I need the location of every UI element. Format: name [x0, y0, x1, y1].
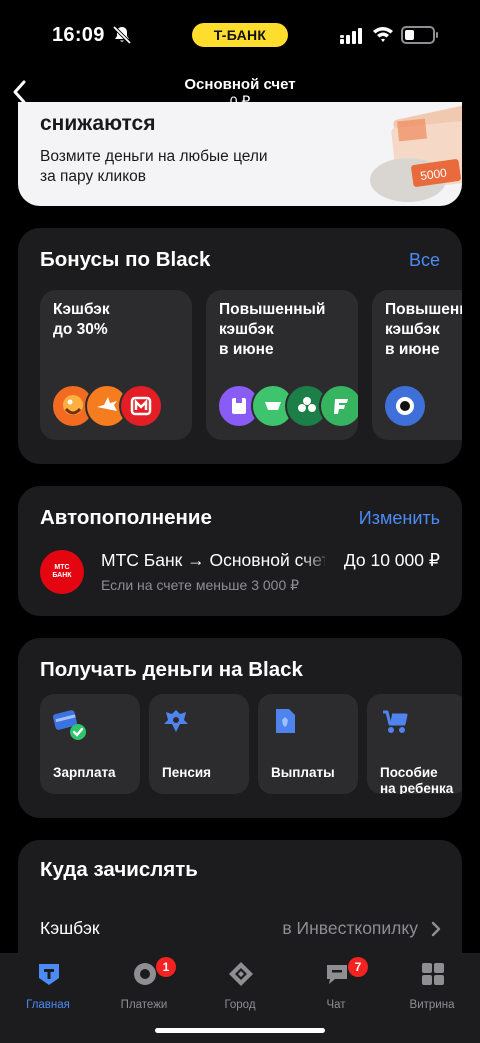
autofill-condition: Если на счете меньше 3 000 ₽: [101, 577, 300, 593]
tab-city[interactable]: Город: [192, 961, 288, 1011]
receive-tile-label: Зарплата: [53, 765, 116, 780]
signal-icon: [340, 28, 362, 44]
autofill-title: Автопополнение: [40, 506, 212, 529]
brand-m-icon: [119, 384, 163, 428]
tab-label: Город: [224, 999, 256, 1011]
autofill-change-link[interactable]: Изменить: [359, 508, 440, 529]
bonuses-all-link[interactable]: Все: [409, 250, 440, 271]
emblem-icon: [164, 710, 188, 732]
receive-title: Получать деньги на Black: [40, 658, 303, 681]
autofill-card: Автопополнение Изменить МТС БАНК МТС Бан…: [18, 486, 462, 616]
bonuses-title: Бонусы по Black: [40, 248, 211, 271]
brand-circle-icon: [383, 384, 427, 428]
receive-tile-label: Пенсия: [162, 765, 212, 780]
home-indicator[interactable]: [155, 1028, 325, 1033]
bonuses-card: Бонусы по Black Все Кэшбэк до 30% Повыше…: [18, 228, 462, 464]
receive-tile-label: Пособие на ребенка: [380, 765, 454, 794]
bonus-tile-label: Повышенный кэшбэк в июне: [219, 301, 326, 358]
receive-money-card: Получать деньги на Black Зарплата Пенсия…: [18, 638, 462, 818]
receive-tile-child-benefit[interactable]: Пособие на ребенка: [367, 694, 462, 794]
receive-tile-salary[interactable]: Зарплата: [40, 694, 140, 794]
mts-logo-text: МТС БАНК: [52, 564, 72, 579]
chat-icon: [327, 965, 347, 984]
bonus-tile-june-1[interactable]: Повышенный кэшбэк в июне: [206, 290, 358, 440]
page-title: Основной счет: [184, 76, 296, 93]
document-emblem-icon: [276, 709, 295, 733]
loan-promo-card[interactable]: снижаются Возмите деньги на любые цели з…: [18, 102, 462, 206]
bank-pill[interactable]: T-БАНК: [192, 23, 288, 47]
tab-label: Чат: [326, 999, 346, 1011]
brand-f-icon: [319, 384, 358, 428]
wifi-icon: [373, 27, 393, 42]
home-icon: [39, 964, 59, 985]
autofill-route[interactable]: МТС Банк → Основной счет: [101, 550, 325, 571]
tab-home[interactable]: Главная: [0, 961, 96, 1011]
autofill-amount: До 10 000 ₽: [343, 550, 440, 570]
stroller-icon: [383, 710, 408, 733]
city-icon: [229, 962, 253, 986]
bonus-tile-label: Кэшбэк до 30%: [53, 301, 110, 338]
mts-bank-logo: МТС БАНК: [40, 550, 84, 594]
destination-title: Куда зачислять: [40, 858, 198, 881]
tab-label: Платежи: [120, 999, 168, 1011]
cashback-row-value[interactable]: в Инвесткопилку: [282, 918, 418, 939]
receive-tile-pension[interactable]: Пенсия: [149, 694, 249, 794]
receive-tile-payments[interactable]: Выплаты: [258, 694, 358, 794]
battery-icon: [401, 26, 438, 44]
tab-showcase[interactable]: Витрина: [384, 961, 480, 1011]
salary-card-icon: [53, 710, 86, 740]
chevron-right-icon[interactable]: [430, 920, 442, 938]
cashback-row-label[interactable]: Кэшбэк: [40, 918, 100, 939]
chat-badge: 7: [348, 957, 368, 977]
status-time: 16:09: [52, 24, 105, 46]
status-bar: 16:09 T-БАНК: [0, 0, 480, 70]
promo-heading: снижаются: [40, 112, 156, 135]
tab-chat[interactable]: 7 Чат: [288, 957, 384, 1011]
showcase-icon: [422, 963, 444, 985]
promo-text: Возмите деньги на любые цели за пару кли…: [40, 148, 268, 185]
bonus-tile-june-2[interactable]: Повышенный кэшбэк в июне: [372, 290, 462, 440]
tab-label: Витрина: [409, 999, 455, 1011]
money-stack-illustration: 5000: [370, 105, 462, 202]
tab-label: Главная: [26, 999, 70, 1011]
bell-muted-icon: [112, 25, 132, 45]
bonus-tile-cashback[interactable]: Кэшбэк до 30%: [40, 290, 192, 440]
payments-badge: 1: [156, 957, 176, 977]
receive-tile-label: Выплаты: [271, 765, 335, 780]
tab-payments[interactable]: 1 Платежи: [96, 957, 192, 1011]
payments-icon: [134, 963, 156, 985]
bonus-tile-label: Повышенный кэшбэк в июне: [385, 301, 462, 358]
